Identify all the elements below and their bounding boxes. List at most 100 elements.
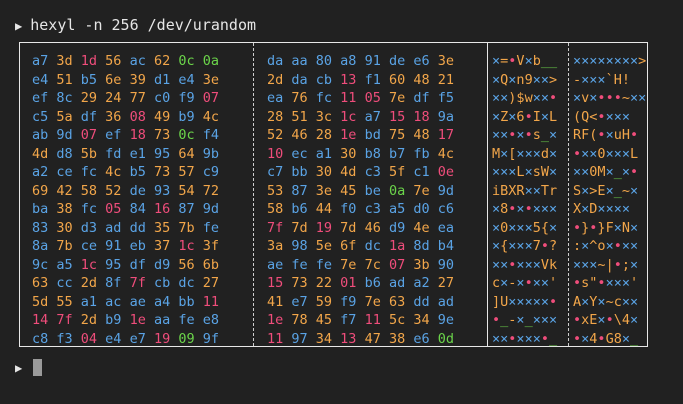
hex-byte: 90 xyxy=(437,256,454,273)
hex-byte: 98 xyxy=(291,238,316,254)
hex-byte: f9 xyxy=(340,293,365,310)
hex-byte: 51 xyxy=(56,71,81,88)
hex-byte: ce xyxy=(80,238,106,254)
hex-byte: 9e xyxy=(437,312,454,328)
hex-byte: 62 xyxy=(153,53,179,69)
hex-byte: c5 xyxy=(32,108,57,125)
hex-byte: 8c xyxy=(56,90,81,106)
hex-byte: d1 xyxy=(153,71,179,88)
hex-byte: 11 xyxy=(364,312,389,328)
hex-column-divider xyxy=(253,43,254,346)
hex-byte: f1 xyxy=(364,71,389,88)
hex-byte: fe xyxy=(202,219,219,236)
hex-byte: 35 xyxy=(153,219,179,236)
ascii-row: ××)$w××• xyxy=(492,90,558,106)
hex-byte: ad xyxy=(105,219,130,236)
prompt-arrow-icon: ▶ xyxy=(15,19,23,33)
hex-byte: a8 xyxy=(340,53,365,69)
hex-byte: 6e xyxy=(105,71,130,88)
hex-byte: e7 xyxy=(129,330,154,347)
ascii-row: :×^o×•×× xyxy=(573,238,639,254)
hex-byte: ef xyxy=(105,127,130,143)
hex-byte: e6 xyxy=(413,330,438,347)
hex-byte: bb xyxy=(291,164,316,180)
hex-byte: c3 xyxy=(364,164,389,180)
hex-byte: a5 xyxy=(56,256,81,273)
hex-byte: 38 xyxy=(388,330,414,347)
hex-byte: d3 xyxy=(80,219,106,236)
hex-byte: c6 xyxy=(437,201,454,217)
hex-byte: 30 xyxy=(56,219,81,236)
hex-byte: df xyxy=(413,90,438,106)
hex-byte: ad xyxy=(437,293,454,310)
hex-byte: 37 xyxy=(153,238,179,254)
hex-byte: 08 xyxy=(129,108,154,125)
hex-byte: 5d xyxy=(32,293,57,310)
hex-byte: 9b xyxy=(202,145,219,162)
hex-byte: 9a xyxy=(437,108,454,125)
hex-byte: 5c xyxy=(388,312,414,328)
hex-byte: 7e xyxy=(413,182,438,199)
hex-byte: 6b xyxy=(202,256,219,273)
hex-byte: bb xyxy=(178,293,203,310)
hex-byte: ab xyxy=(32,127,57,143)
hex-byte: 1e xyxy=(340,127,365,143)
hex-byte: d0 xyxy=(413,201,438,217)
hex-byte: 52 xyxy=(267,127,292,143)
prompt-arrow-icon: ▶ xyxy=(15,361,23,375)
hex-byte: 9d xyxy=(437,182,454,199)
hex-byte: cb xyxy=(315,71,341,88)
hex-byte: e4 xyxy=(32,71,57,88)
hex-panel-right: da aa 80 a8 91 de e6 3e 2d da cb 13 f1 60… xyxy=(267,43,454,347)
hex-byte: 7d xyxy=(291,219,316,236)
hex-byte: 19 xyxy=(315,219,341,236)
hex-byte: 46 xyxy=(364,219,389,236)
hex-byte: 7e xyxy=(364,293,389,310)
hex-byte: 1c xyxy=(80,256,106,273)
terminal-cursor[interactable] xyxy=(33,359,42,376)
hex-byte: 4c xyxy=(105,164,130,180)
hex-byte: 0d xyxy=(437,330,454,347)
hex-byte: 2d xyxy=(80,275,106,291)
hex-byte: b6 xyxy=(364,275,389,291)
hex-byte: de xyxy=(129,182,154,199)
hex-byte: 4e xyxy=(413,219,438,236)
hex-byte: 72 xyxy=(202,182,219,199)
hex-byte: 0a xyxy=(202,53,219,69)
ascii-row: •×4•G8×_ xyxy=(573,330,639,347)
ascii-row: ××•×××Vk xyxy=(492,256,558,273)
hex-row: 1e 78 45 f7 11 5c 34 9e xyxy=(267,311,454,330)
hex-row: ab 9d 07 ef 18 73 0c f4 xyxy=(32,126,219,145)
ascii-row: ×{×××7•? xyxy=(492,238,558,254)
hex-row: 14 7f 2d b9 1e aa fe e8 xyxy=(32,311,219,330)
ascii-row: •××0×××L xyxy=(573,145,639,162)
ascii-row: •xE×•\4× xyxy=(573,312,639,328)
hex-byte: 16 xyxy=(153,201,179,217)
hex-byte: ea xyxy=(437,219,454,236)
hex-byte: ae xyxy=(267,256,292,273)
hex-byte: 7f xyxy=(267,219,292,236)
ascii-row: •}•}F×N× xyxy=(573,219,639,236)
ascii-column-border xyxy=(487,43,488,346)
ascii-panel-left: ×=•V×b__ ×Q×n9××> ××)$w××• ×Z×6•I×L ××•×•s_×… xyxy=(492,43,558,347)
hex-byte: ac xyxy=(105,293,130,310)
hex-byte: 73 xyxy=(291,275,316,291)
hex-byte: 30 xyxy=(340,145,365,162)
hex-byte: 7c xyxy=(364,256,389,273)
hex-byte: 1c xyxy=(340,108,365,125)
hex-byte: ad xyxy=(388,275,414,291)
hex-byte: 9c xyxy=(32,256,57,273)
hex-byte: da xyxy=(291,71,316,88)
hex-byte: 45 xyxy=(315,312,341,328)
hex-byte: fd xyxy=(105,145,130,162)
hex-row: 8a 7b ce 91 eb 37 1c 3f xyxy=(32,237,219,256)
hex-byte: 58 xyxy=(267,201,292,217)
ascii-row: •_-×_××× xyxy=(492,312,558,328)
hex-byte: 7b xyxy=(178,219,203,236)
hex-byte: fe xyxy=(315,256,341,273)
hex-byte: ec xyxy=(291,145,316,162)
hex-byte: 2d xyxy=(80,312,106,328)
hex-panel-left: a7 3d 1d 56 ac 62 0c 0a e4 51 b5 6e 39 d1… xyxy=(32,43,219,347)
hex-byte: 11 xyxy=(340,90,365,106)
hex-byte: 27 xyxy=(202,275,219,291)
